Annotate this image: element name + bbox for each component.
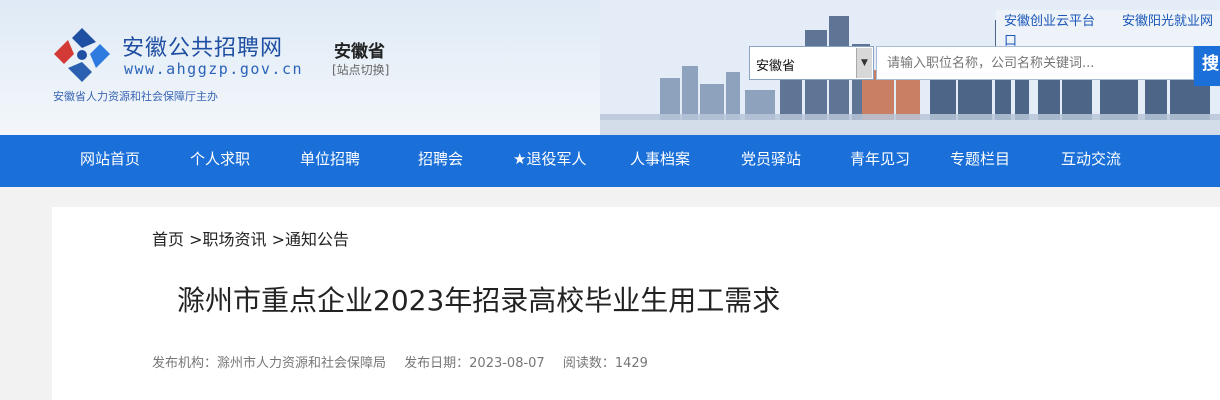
nav-item-job-seeker[interactable]: 个人求职 <box>190 135 250 187</box>
site-title: 安徽公共招聘网 <box>122 36 284 61</box>
search-button[interactable]: 搜 <box>1194 46 1220 86</box>
site-url: www.ahggzp.gov.cn <box>124 60 304 78</box>
current-province: 安徽省 <box>334 42 385 62</box>
nav-item-youth-internship[interactable]: 青年见习 <box>850 135 910 187</box>
nav-item-job-fair[interactable]: 招聘会 <box>418 135 463 187</box>
nav-item-interaction[interactable]: 互动交流 <box>1061 135 1121 187</box>
search-input[interactable] <box>876 46 1194 80</box>
top-link-sunshine-employment[interactable]: 安徽阳光就业网 <box>1122 10 1213 29</box>
chevron-down-icon[interactable]: ▼ <box>856 48 872 78</box>
nav-item-party-station[interactable]: 党员驿站 <box>741 135 801 187</box>
article-title: 滁州市重点企业2023年招录高校毕业生用工需求 <box>177 284 781 317</box>
article-panel: 首页 >职场资讯 >通知公告 滁州市重点企业2023年招录高校毕业生用工需求 发… <box>52 207 1220 400</box>
article-publisher: 发布机构：滁州市人力资源和社会保障局 <box>152 356 387 371</box>
breadcrumb[interactable]: 首页 >职场资讯 >通知公告 <box>152 226 349 250</box>
nav-item-veterans[interactable]: ★退役军人 <box>513 135 586 187</box>
site-header: 安徽公共招聘网 www.ahggzp.gov.cn 安徽省 [站点切换] 安徽省… <box>0 0 1220 135</box>
site-logo-icon <box>54 28 110 82</box>
nav-item-topics[interactable]: 专题栏目 <box>950 135 1010 187</box>
nav-item-home[interactable]: 网站首页 <box>80 135 140 187</box>
article-date: 发布日期：2023-08-07 <box>404 356 545 371</box>
article-views: 阅读数：1429 <box>562 356 648 371</box>
switch-site-link[interactable]: [站点切换] <box>332 61 389 78</box>
region-select-value: 安徽省 <box>756 59 796 74</box>
top-link-entrepreneurship-cloud[interactable]: 安徽创业云平台 <box>1004 10 1095 29</box>
sponsor-text: 安徽省人力资源和社会保障厅主办 <box>53 90 218 103</box>
top-links: 安徽创业云平台 安徽阳光就业网 口 <box>996 10 1220 49</box>
article-meta: 发布机构：滁州市人力资源和社会保障局 发布日期：2023-08-07 阅读数：1… <box>152 352 662 371</box>
nav-item-employer[interactable]: 单位招聘 <box>300 135 360 187</box>
region-select[interactable]: 安徽省 ▼ <box>749 46 874 80</box>
nav-item-personnel-files[interactable]: 人事档案 <box>630 135 690 187</box>
main-nav: 网站首页 个人求职 单位招聘 招聘会 ★退役军人 人事档案 党员驿站 青年见习 … <box>0 135 1220 187</box>
